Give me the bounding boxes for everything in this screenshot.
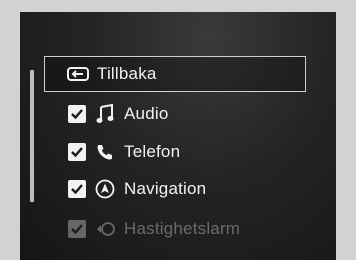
music-note-icon (94, 103, 116, 125)
checkbox-telefon[interactable] (68, 143, 86, 161)
back-return-icon (67, 63, 89, 85)
navigation-label: Navigation (124, 179, 207, 198)
telefon-label: Telefon (124, 142, 181, 161)
menu-item-hastighetslarm[interactable]: Hastighetslarm (68, 212, 240, 246)
checkbox-hastighetslarm[interactable] (68, 220, 86, 238)
audio-label: Audio (124, 104, 169, 123)
speed-alarm-icon (94, 218, 116, 240)
back-button[interactable]: Tillbaka (44, 56, 306, 92)
phone-icon (94, 141, 116, 163)
checkbox-navigation[interactable] (68, 180, 86, 198)
navigation-arrow-icon (94, 178, 116, 200)
scrollbar[interactable] (30, 70, 34, 202)
checkbox-audio[interactable] (68, 105, 86, 123)
menu-item-audio[interactable]: Audio (68, 97, 168, 131)
menu-item-telefon[interactable]: Telefon (68, 135, 180, 169)
hastighetslarm-label: Hastighetslarm (124, 219, 241, 238)
menu-item-navigation[interactable]: Navigation (68, 172, 206, 206)
back-label: Tillbaka (97, 64, 157, 83)
